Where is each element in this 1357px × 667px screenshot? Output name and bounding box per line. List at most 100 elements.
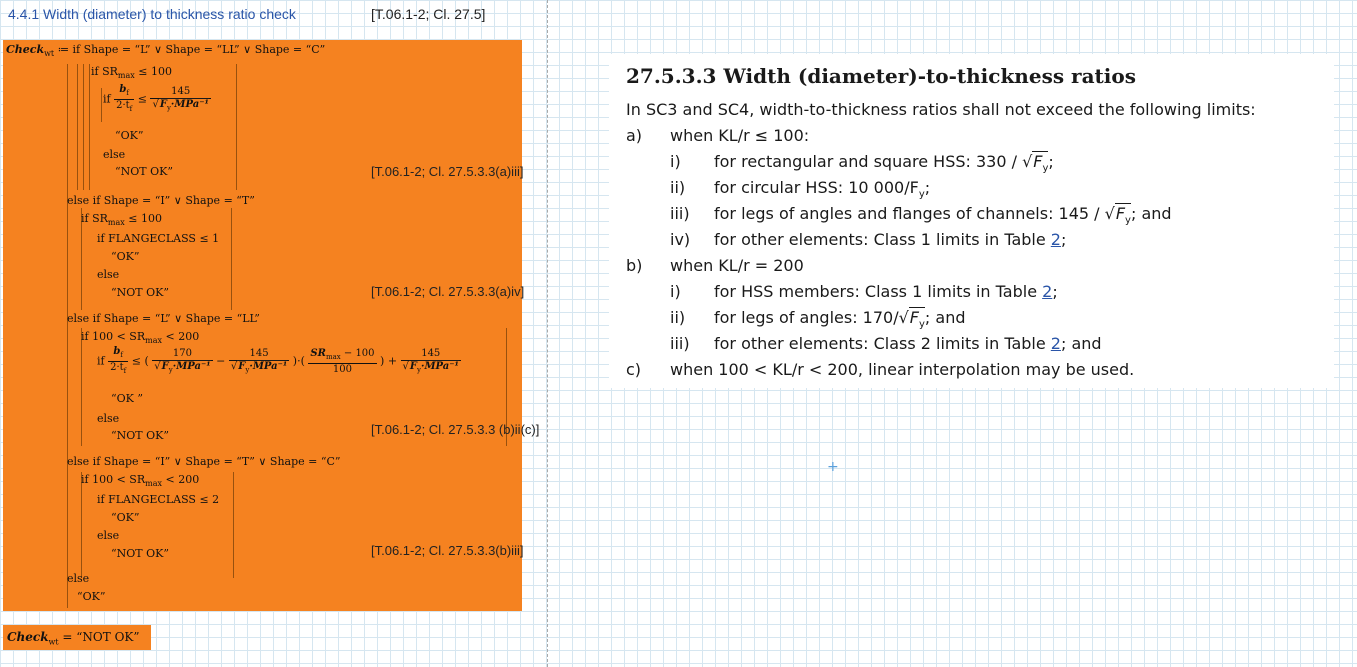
define-operator: ≔ xyxy=(57,43,70,56)
program-bar xyxy=(101,88,102,122)
check-result-region[interactable]: Checkwt = “NOT OK” xyxy=(3,625,151,650)
item-end: ; xyxy=(1048,152,1054,171)
ok-text: “OK” xyxy=(111,250,140,263)
item-label: c) xyxy=(626,360,642,379)
limit-num: 145 xyxy=(150,86,211,99)
else-final: else xyxy=(67,572,89,586)
item-label: b) xyxy=(626,256,643,275)
cond-text: else if Shape = “L” ∨ Shape = “LL” xyxy=(67,312,260,325)
result-not-ok-4: “NOT OK” xyxy=(111,547,169,561)
cond-tail: ≤ 100 xyxy=(138,65,172,78)
cond-tail: ≤ 100 xyxy=(128,212,162,225)
section-reference[interactable]: [T.06.1-2; Cl. 27.5] xyxy=(371,6,485,22)
table-2-link[interactable]: 2 xyxy=(1051,334,1061,353)
ok-text: “OK ” xyxy=(111,392,143,405)
item-text: when 100 < KL/r < 200, linear interpolat… xyxy=(670,360,1135,379)
item-end: ; and xyxy=(1130,204,1172,223)
not-ok-text: “NOT OK” xyxy=(111,547,169,560)
page-divider xyxy=(547,0,548,667)
cond-text: else if Shape = “I” ∨ Shape = “T” ∨ Shap… xyxy=(67,455,341,468)
item-label: i) xyxy=(670,282,681,301)
result-ok-2: “OK” xyxy=(111,250,139,264)
result-ok-final: “OK” xyxy=(77,590,105,604)
insertion-cursor-icon: + xyxy=(827,459,839,475)
condition-interpolation: if bf 2·tf ≤ ( 170 √Fy·MPa⁻¹ − 145 √Fy·M… xyxy=(97,346,461,377)
if-keyword: if xyxy=(97,354,105,368)
item-text: for HSS members: Class 1 limits in Table xyxy=(714,282,1038,301)
else-1: else xyxy=(103,148,125,162)
table-2-link[interactable]: 2 xyxy=(1042,282,1052,301)
minus-op: − xyxy=(216,354,226,368)
table-2-link[interactable]: 2 xyxy=(1051,230,1061,249)
condition-flangeclass-2: if FLANGECLASS ≤ 2 xyxy=(97,493,219,507)
result-variable-sub: wt xyxy=(48,637,59,647)
limit-mpa: ·MPa⁻¹ xyxy=(172,360,211,372)
program-bar xyxy=(89,64,90,190)
condition-sr-max-100: if SRmax ≤ 100 xyxy=(91,65,172,83)
condition-shape-lll: else if Shape = “L” ∨ Shape = “LL” xyxy=(67,312,260,326)
frac-den: 100 xyxy=(332,363,352,375)
frac-den-sub: f xyxy=(123,367,127,375)
frac-num-sub: f xyxy=(120,351,123,359)
clause-title: 27.5.3.3 Width (diameter)-to-thickness r… xyxy=(626,64,1136,88)
cond-sub: max xyxy=(145,336,162,346)
frac-num-sub: f xyxy=(126,89,129,97)
limit-mpa: ·MPa⁻¹ xyxy=(170,98,209,110)
check-program-region[interactable]: Checkwt ≔ if Shape = “L” ∨ Shape = “LL” … xyxy=(3,40,522,611)
fy-symbol: F xyxy=(909,308,919,327)
clause-a: a) when KL/r ≤ 100: xyxy=(626,126,809,146)
item-end: ; and xyxy=(924,308,966,327)
else-text: else xyxy=(97,412,120,425)
ok-text: “OK” xyxy=(77,590,106,603)
result-not-ok-1: “NOT OK” xyxy=(115,165,173,179)
cond-sub: max xyxy=(117,71,135,81)
frac-num: 145 xyxy=(228,348,290,361)
item-text: when KL/r ≤ 100: xyxy=(670,126,810,145)
not-ok-text: “NOT OK” xyxy=(111,286,169,299)
item-label: ii) xyxy=(670,178,686,197)
cond-text: if SR xyxy=(91,65,118,78)
fy-symbol: F xyxy=(1115,204,1126,223)
condition-shape-itc: else if Shape = “I” ∨ Shape = “T” ∨ Shap… xyxy=(67,455,341,469)
check-variable: Check xyxy=(6,43,45,56)
result-variable: Check xyxy=(7,630,49,644)
cond-text: if 100 < SR xyxy=(81,473,146,486)
clause-ref-b-ii-c: [T.06.1-2; Cl. 27.5.3.3 (b)ii(c)] xyxy=(371,422,540,437)
item-text: for legs of angles and flanges of channe… xyxy=(714,204,1100,223)
else-text: else xyxy=(67,572,90,585)
not-ok-text: “NOT OK” xyxy=(111,429,169,442)
program-bar xyxy=(231,208,232,310)
result-ok-1: “OK” xyxy=(115,129,143,143)
item-label: a) xyxy=(626,126,643,145)
cond-tail: < 200 xyxy=(165,330,200,343)
frac-den-sub: f xyxy=(129,105,133,113)
clause-ref-a-iii: [T.06.1-2; Cl. 27.5.3.3(a)iii] xyxy=(371,164,524,179)
condition-shape-it: else if Shape = “I” ∨ Shape = “T” xyxy=(67,194,255,208)
condition-sr-max-100-b: if SRmax ≤ 100 xyxy=(81,212,162,230)
frac-num: 145 xyxy=(400,348,461,361)
clause-a-iii: iii) for legs of angles and flanges of ch… xyxy=(670,203,1172,227)
limit-fy: F xyxy=(409,360,418,372)
condition-sr-max-range-b: if 100 < SRmax < 200 xyxy=(81,473,199,491)
item-end: ; xyxy=(924,178,931,197)
not-ok-text: “NOT OK” xyxy=(115,165,173,178)
limit-145-fraction: 145 √Fy·MPa⁻¹ xyxy=(150,85,211,112)
bf-over-2tf: bf 2·tf xyxy=(114,84,135,115)
section-heading[interactable]: 4.4.1 Width (diameter) to thickness rati… xyxy=(8,6,296,22)
frac-den: 2·t xyxy=(116,100,130,111)
cond-tail: < 200 xyxy=(165,473,200,486)
item-text: for other elements: Class 2 limits in Ta… xyxy=(714,334,1046,353)
clause-ref-a-iv: [T.06.1-2; Cl. 27.5.3.3(a)iv] xyxy=(371,284,525,299)
check-variable-sub: wt xyxy=(44,49,55,59)
item-label: iii) xyxy=(670,204,690,223)
limit-fy: F xyxy=(161,360,169,372)
condition-bf-tf-ratio: if bf 2·tf ≤ 145 √Fy·MPa⁻¹ xyxy=(103,84,211,115)
result-not-ok-2: “NOT OK” xyxy=(111,286,169,300)
limit-145-fraction-b: 145 √Fy·MPa⁻¹ xyxy=(228,347,290,374)
condition-flangeclass-1: if FLANGECLASS ≤ 1 xyxy=(97,232,219,246)
limit-mpa: ·MPa⁻¹ xyxy=(249,360,288,372)
clause-a-iv: iv) for other elements: Class 1 limits in… xyxy=(670,230,1066,250)
item-label: iii) xyxy=(670,334,690,353)
frac-num-tail: − 100 xyxy=(340,347,375,359)
clause-b-i: i) for HSS members: Class 1 limits in Tab… xyxy=(670,282,1058,302)
